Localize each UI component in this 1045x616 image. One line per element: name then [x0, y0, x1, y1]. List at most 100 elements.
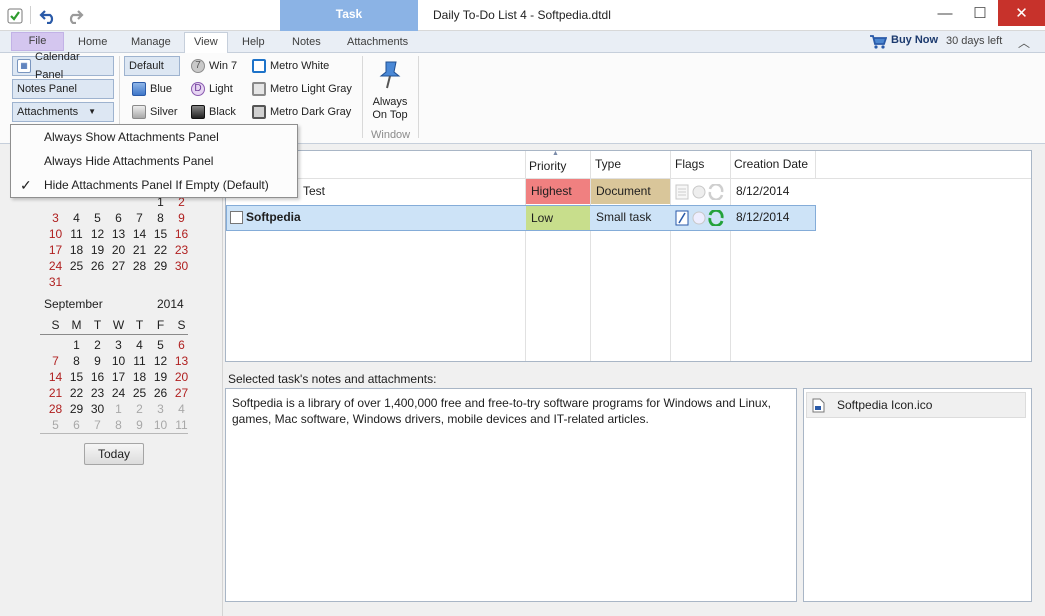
- aug-day[interactable]: 23: [171, 243, 192, 257]
- sep-day[interactable]: 7: [45, 354, 66, 368]
- buy-now-link[interactable]: Buy Now: [891, 34, 938, 46]
- sep-day[interactable]: 21: [45, 386, 66, 400]
- date-test[interactable]: 8/12/2014: [731, 179, 789, 204]
- column-header-type[interactable]: Type: [595, 157, 621, 171]
- theme-blue-button[interactable]: Blue: [128, 79, 176, 99]
- sep-day[interactable]: 17: [108, 370, 129, 384]
- aug-day[interactable]: 3: [45, 211, 66, 225]
- menu-item-hide-if-empty[interactable]: Hide Attachments Panel If Empty (Default…: [44, 178, 269, 192]
- priority-low[interactable]: Low: [526, 206, 590, 230]
- app-icon[interactable]: [4, 5, 26, 27]
- attachments-dropdown-button[interactable]: Attachments ▼: [12, 102, 114, 122]
- aug-day[interactable]: 16: [171, 227, 192, 241]
- sep-day[interactable]: 2: [87, 338, 108, 352]
- sep-day[interactable]: 13: [171, 354, 192, 368]
- aug-day[interactable]: 17: [45, 243, 66, 257]
- sep-day[interactable]: 28: [45, 402, 66, 416]
- attachment-file[interactable]: Softpedia Icon.ico: [806, 392, 1026, 418]
- sep-day[interactable]: 11: [129, 354, 150, 368]
- aug-day[interactable]: 22: [150, 243, 171, 257]
- redo-icon[interactable]: [64, 5, 86, 27]
- sep-day[interactable]: 20: [171, 370, 192, 384]
- type-small-task[interactable]: Small task: [591, 205, 651, 230]
- aug-day[interactable]: 25: [66, 259, 87, 273]
- aug-day[interactable]: 26: [87, 259, 108, 273]
- theme-metro-light-gray-button[interactable]: Metro Light Gray: [248, 79, 356, 99]
- tab-help[interactable]: Help: [233, 33, 274, 53]
- theme-metro-white-button[interactable]: Metro White: [248, 56, 333, 76]
- always-on-top-button[interactable]: Always On Top: [367, 56, 413, 124]
- sep-day[interactable]: 3: [150, 402, 171, 416]
- menu-item-always-hide[interactable]: Always Hide Attachments Panel: [44, 154, 213, 168]
- sep-day[interactable]: 24: [108, 386, 129, 400]
- theme-black-button[interactable]: Black: [187, 102, 240, 122]
- aug-day[interactable]: 21: [129, 243, 150, 257]
- tab-attachments[interactable]: Attachments: [338, 33, 417, 53]
- task-title-softpedia[interactable]: Softpedia: [241, 205, 301, 230]
- sep-day[interactable]: 5: [45, 418, 66, 432]
- sep-day[interactable]: 8: [108, 418, 129, 432]
- sep-day[interactable]: 10: [150, 418, 171, 432]
- sep-day[interactable]: 30: [87, 402, 108, 416]
- sep-day[interactable]: 3: [108, 338, 129, 352]
- task-title-test[interactable]: Test: [297, 179, 325, 204]
- sep-day[interactable]: 4: [171, 402, 192, 416]
- column-header-creation-date[interactable]: Creation Date: [734, 157, 808, 171]
- aug-day[interactable]: 5: [87, 211, 108, 225]
- aug-day[interactable]: 19: [87, 243, 108, 257]
- sep-day[interactable]: 9: [129, 418, 150, 432]
- sep-day[interactable]: 15: [66, 370, 87, 384]
- sep-day[interactable]: 25: [129, 386, 150, 400]
- theme-metro-dark-gray-button[interactable]: Metro Dark Gray: [248, 102, 355, 122]
- theme-win7-button[interactable]: 7 Win 7: [187, 56, 241, 76]
- priority-highest[interactable]: Highest: [526, 179, 590, 204]
- sep-day[interactable]: 27: [171, 386, 192, 400]
- aug-day[interactable]: 30: [171, 259, 192, 273]
- sep-day[interactable]: 4: [129, 338, 150, 352]
- panel-splitter[interactable]: [222, 144, 223, 616]
- calendar-panel-button[interactable]: ▦ Calendar Panel: [12, 51, 114, 81]
- column-header-priority[interactable]: Priority: [529, 159, 566, 173]
- sep-day[interactable]: 11: [171, 418, 192, 432]
- aug-day[interactable]: 18: [66, 243, 87, 257]
- type-document[interactable]: Document: [591, 179, 670, 204]
- ribbon-collapse-icon[interactable]: ︿: [1018, 34, 1030, 51]
- sep-day[interactable]: 18: [129, 370, 150, 384]
- notes-text-area[interactable]: Softpedia is a library of over 1,400,000…: [225, 388, 797, 602]
- maximize-button[interactable]: ☐: [962, 0, 998, 26]
- cart-icon[interactable]: [869, 34, 888, 53]
- aug-day[interactable]: 20: [108, 243, 129, 257]
- aug-day[interactable]: 4: [66, 211, 87, 225]
- sep-day[interactable]: 23: [87, 386, 108, 400]
- today-button[interactable]: Today: [84, 443, 144, 465]
- aug-day[interactable]: 9: [171, 211, 192, 225]
- sep-day[interactable]: 12: [150, 354, 171, 368]
- tab-manage[interactable]: Manage: [122, 33, 180, 53]
- sep-day[interactable]: 8: [66, 354, 87, 368]
- aug-day[interactable]: 7: [129, 211, 150, 225]
- sep-day[interactable]: 1: [66, 338, 87, 352]
- sep-day[interactable]: 2: [129, 402, 150, 416]
- aug-day[interactable]: 6: [108, 211, 129, 225]
- theme-silver-button[interactable]: Silver: [128, 102, 182, 122]
- aug-day[interactable]: 27: [108, 259, 129, 273]
- tab-view[interactable]: View: [184, 32, 228, 53]
- aug-day[interactable]: 31: [45, 275, 66, 289]
- sep-day[interactable]: 14: [45, 370, 66, 384]
- sep-day[interactable]: 7: [87, 418, 108, 432]
- sep-day[interactable]: 29: [66, 402, 87, 416]
- aug-day[interactable]: 12: [87, 227, 108, 241]
- sep-day[interactable]: 10: [108, 354, 129, 368]
- sep-day[interactable]: 26: [150, 386, 171, 400]
- menu-item-always-show[interactable]: Always Show Attachments Panel: [44, 130, 219, 144]
- aug-day[interactable]: 14: [129, 227, 150, 241]
- aug-day[interactable]: 8: [150, 211, 171, 225]
- sep-day[interactable]: 5: [150, 338, 171, 352]
- theme-light-button[interactable]: D Light: [187, 79, 237, 99]
- notes-panel-button[interactable]: Notes Panel: [12, 79, 114, 99]
- sep-day[interactable]: 16: [87, 370, 108, 384]
- sep-day[interactable]: 6: [66, 418, 87, 432]
- table-row-selected[interactable]: [226, 205, 816, 231]
- tab-notes[interactable]: Notes: [283, 33, 330, 53]
- aug-day[interactable]: 24: [45, 259, 66, 273]
